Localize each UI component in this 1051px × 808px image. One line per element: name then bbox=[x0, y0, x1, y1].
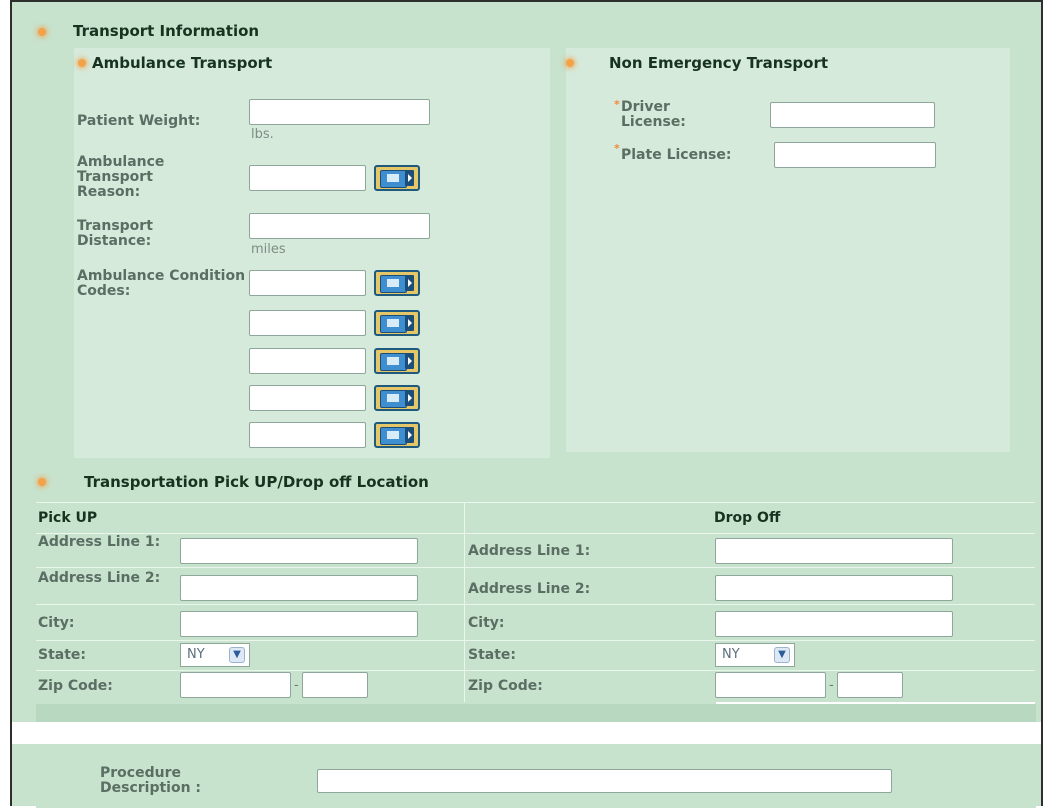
section-bullet-icon bbox=[566, 59, 574, 67]
transport-reason-input[interactable] bbox=[249, 165, 366, 191]
condition-code-input-5[interactable] bbox=[249, 422, 366, 448]
pickup-zip-separator: - bbox=[294, 678, 299, 693]
condition-code-lookup-button-4[interactable] bbox=[374, 385, 420, 411]
condition-code-lookup-button-5[interactable] bbox=[374, 422, 420, 448]
lookup-search-icon bbox=[380, 315, 407, 333]
column-divider bbox=[464, 502, 465, 702]
condition-code-lookup-button-3[interactable] bbox=[374, 348, 420, 374]
chevron-down-icon: ▼ bbox=[229, 647, 245, 663]
table-divider bbox=[36, 604, 1035, 605]
weight-unit-label: lbs. bbox=[251, 127, 274, 142]
transport-form-panel: Transport Information Ambulance Transpor… bbox=[10, 0, 1043, 808]
pickup-header: Pick UP bbox=[38, 510, 98, 526]
dropoff-address2-input[interactable] bbox=[715, 575, 953, 601]
dropoff-zip-separator: - bbox=[829, 678, 834, 693]
pickup-address2-label: Address Line 2: bbox=[38, 570, 161, 586]
transport-info-title: Transport Information bbox=[73, 22, 260, 40]
table-divider bbox=[36, 533, 1035, 534]
dropoff-header: Drop Off bbox=[714, 510, 781, 526]
procedure-description-input[interactable] bbox=[317, 769, 892, 793]
table-divider bbox=[36, 640, 1035, 641]
pickup-state-label: State: bbox=[38, 647, 87, 663]
table-divider bbox=[36, 567, 1035, 568]
pickup-address1-label: Address Line 1: bbox=[38, 534, 161, 550]
condition-code-input-1[interactable] bbox=[249, 270, 366, 296]
plate-license-input[interactable] bbox=[774, 142, 936, 168]
lookup-search-icon bbox=[380, 275, 407, 293]
dropoff-zip-label: Zip Code: bbox=[468, 678, 543, 694]
dropoff-address1-label: Address Line 1: bbox=[468, 543, 591, 559]
driver-license-label: Driver License: bbox=[621, 99, 686, 130]
condition-codes-label: Ambulance Condition Codes: bbox=[77, 268, 246, 299]
dropoff-city-label: City: bbox=[468, 615, 505, 631]
table-divider bbox=[36, 670, 1035, 671]
dropoff-state-label: State: bbox=[468, 647, 517, 663]
condition-code-lookup-button-2[interactable] bbox=[374, 310, 420, 336]
arrow-right-icon bbox=[405, 275, 414, 291]
pickup-city-input[interactable] bbox=[180, 611, 418, 637]
arrow-right-icon bbox=[405, 170, 414, 186]
pickup-city-label: City: bbox=[38, 615, 75, 631]
section-gap bbox=[12, 722, 1041, 744]
pickup-state-select[interactable]: NY ▼ bbox=[180, 643, 250, 667]
pickup-zip-label: Zip Code: bbox=[38, 678, 113, 694]
dropoff-state-select[interactable]: NY ▼ bbox=[715, 643, 795, 667]
required-marker: * bbox=[614, 98, 620, 111]
pickup-zip-ext-input[interactable] bbox=[302, 672, 368, 698]
transport-reason-lookup-button[interactable] bbox=[374, 165, 420, 191]
section-bullet-icon bbox=[38, 28, 46, 36]
pickup-state-value: NY bbox=[187, 647, 205, 662]
table-footer-bar bbox=[36, 704, 1036, 722]
dropoff-address2-label: Address Line 2: bbox=[468, 581, 591, 597]
dropoff-address1-input[interactable] bbox=[715, 538, 953, 564]
lookup-search-icon bbox=[380, 427, 407, 445]
pickup-address1-input[interactable] bbox=[180, 538, 418, 564]
plate-license-label: Plate License: bbox=[621, 147, 732, 163]
ambulance-transport-title: Ambulance Transport bbox=[92, 54, 273, 72]
transport-reason-label: Ambulance Transport Reason: bbox=[77, 154, 165, 200]
non-emergency-transport-title: Non Emergency Transport bbox=[609, 54, 829, 72]
distance-unit-label: miles bbox=[251, 242, 286, 257]
patient-weight-input[interactable] bbox=[249, 99, 430, 125]
dropoff-state-value: NY bbox=[722, 647, 740, 662]
lookup-search-icon bbox=[380, 390, 407, 408]
dropoff-city-input[interactable] bbox=[715, 611, 953, 637]
table-divider bbox=[36, 502, 1035, 503]
section-bullet-icon bbox=[78, 59, 86, 67]
dropoff-zip-input[interactable] bbox=[715, 672, 826, 698]
pickup-zip-input[interactable] bbox=[180, 672, 291, 698]
section-bullet-icon bbox=[38, 478, 46, 486]
transport-distance-input[interactable] bbox=[249, 213, 430, 239]
arrow-right-icon bbox=[405, 390, 414, 406]
arrow-right-icon bbox=[405, 315, 414, 331]
arrow-right-icon bbox=[405, 353, 414, 369]
condition-code-lookup-button-1[interactable] bbox=[374, 270, 420, 296]
arrow-right-icon bbox=[405, 427, 414, 443]
pickup-address2-input[interactable] bbox=[180, 575, 418, 601]
condition-code-input-4[interactable] bbox=[249, 385, 366, 411]
condition-code-input-2[interactable] bbox=[249, 310, 366, 336]
dropoff-zip-ext-input[interactable] bbox=[837, 672, 903, 698]
location-title: Transportation Pick UP/Drop off Location bbox=[84, 473, 429, 491]
condition-code-input-3[interactable] bbox=[249, 348, 366, 374]
driver-license-input[interactable] bbox=[770, 102, 935, 128]
procedure-description-label: Procedure Description : bbox=[100, 765, 202, 796]
chevron-down-icon: ▼ bbox=[774, 647, 790, 663]
required-marker: * bbox=[614, 142, 620, 155]
lookup-search-icon bbox=[380, 353, 407, 371]
lookup-search-icon bbox=[380, 170, 407, 188]
transport-distance-label: Transport Distance: bbox=[77, 218, 153, 249]
patient-weight-label: Patient Weight: bbox=[77, 113, 201, 129]
